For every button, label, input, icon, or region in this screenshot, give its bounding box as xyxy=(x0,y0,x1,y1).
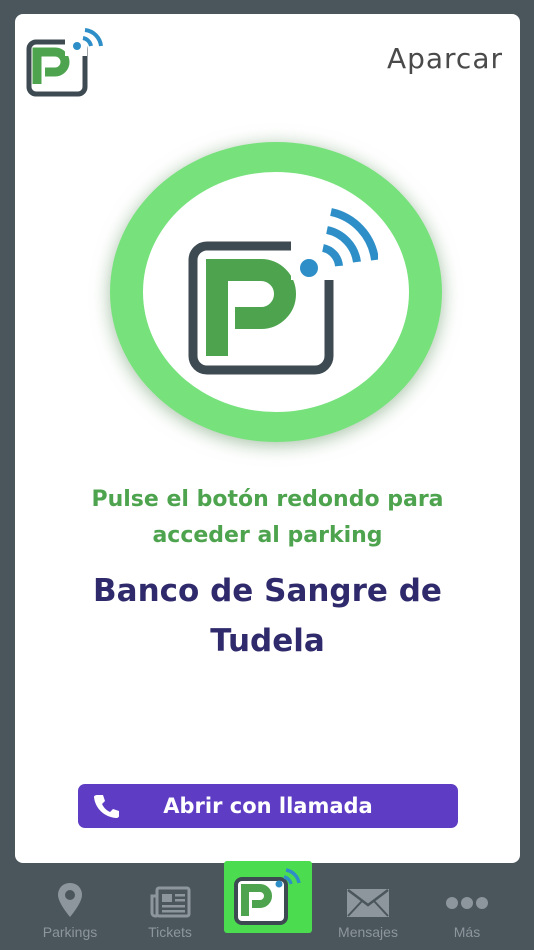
page-title: Aparcar xyxy=(386,42,503,75)
parking-name: Banco de Sangre de Tudela xyxy=(93,573,442,659)
tab-label: Mensajes xyxy=(338,924,398,940)
call-to-open-button[interactable]: Abrir con llamada xyxy=(78,784,458,828)
open-parking-round-button[interactable] xyxy=(110,142,442,442)
app-logo-icon xyxy=(25,20,109,98)
more-dots-icon xyxy=(424,882,510,922)
tab-parking-access[interactable] xyxy=(224,861,312,933)
bottom-tab-bar: Parkings Tickets Mensajes Más xyxy=(0,861,534,950)
main-card: Aparcar Pulse el botón redondo para acce… xyxy=(15,14,520,863)
tab-label: Tickets xyxy=(148,924,192,940)
tab-mensajes[interactable]: Mensajes xyxy=(325,882,411,948)
parking-wifi-logo-icon xyxy=(234,868,301,925)
tab-tickets[interactable]: Tickets xyxy=(127,882,213,948)
location-pin-icon xyxy=(27,882,113,922)
parking-wifi-logo-icon xyxy=(188,208,378,375)
round-button-face[interactable] xyxy=(143,172,409,412)
tab-label: Más xyxy=(453,924,481,940)
envelope-icon xyxy=(325,882,411,922)
instruction-text: Pulse el botón redondo para acceder al p… xyxy=(91,487,444,548)
ticket-icon xyxy=(127,882,213,922)
tab-parkings[interactable]: Parkings xyxy=(27,882,113,948)
tab-mas[interactable]: Más xyxy=(424,882,510,948)
call-button-label: Abrir con llamada xyxy=(163,794,373,818)
tab-label: Parkings xyxy=(42,924,98,940)
